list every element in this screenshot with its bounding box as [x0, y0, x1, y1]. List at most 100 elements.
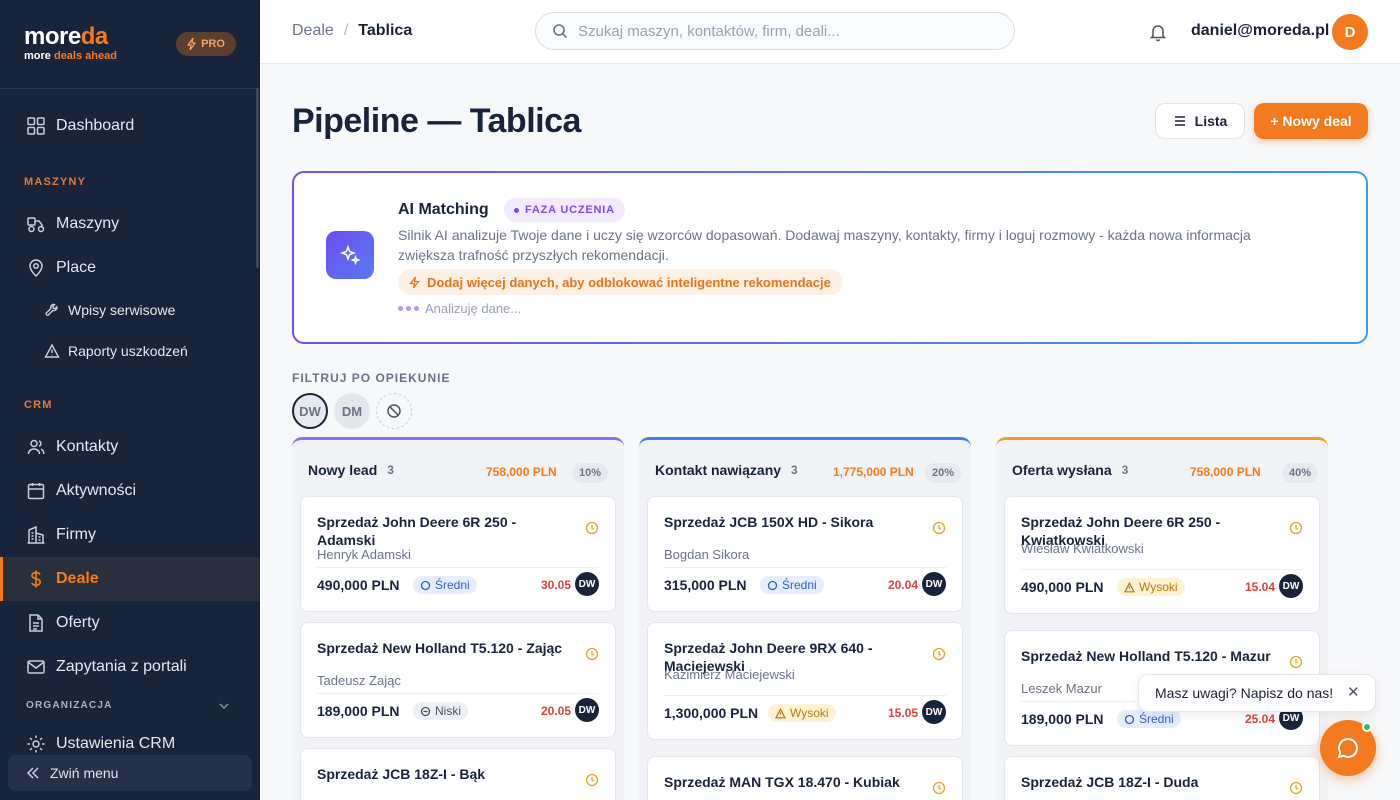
chevrons-left-icon: [26, 767, 39, 779]
priority-badge: Niski: [413, 702, 468, 720]
breadcrumb: Deale / Tablica: [292, 22, 412, 40]
close-icon[interactable]: ✕: [1347, 685, 1361, 700]
sidebar-item-raporty-uszkodzen[interactable]: Raporty uszkodzeń: [0, 329, 260, 373]
clock-icon: [1289, 655, 1303, 669]
user-avatar[interactable]: D: [1332, 14, 1368, 50]
tractor-icon: [27, 217, 45, 233]
sidebar-item-label: Oferty: [56, 614, 100, 631]
document-icon: [29, 614, 43, 632]
priority-label: Średni: [782, 578, 817, 592]
sidebar-item-label: Maszyny: [56, 215, 120, 232]
owner-filter-dw[interactable]: DW: [292, 393, 328, 429]
page-title: Pipeline — Tablica: [292, 102, 581, 140]
ai-phase-label: FAZA UCZENIA: [525, 204, 615, 216]
search-icon: [553, 24, 568, 39]
search-box[interactable]: [535, 12, 1015, 50]
deal-card[interactable]: Sprzedaż John Deere 9RX 640 - Maciejewsk…: [647, 622, 963, 740]
column-title: Nowy lead: [308, 462, 378, 478]
priority-label: Średni: [1139, 712, 1174, 726]
owner-avatar[interactable]: DW: [575, 572, 599, 596]
dollar-icon: [31, 570, 42, 588]
priority-badge: Wysoki: [1117, 578, 1185, 596]
feedback-toast[interactable]: Masz uwagi? Napisz do nas! ✕: [1138, 674, 1376, 712]
list-view-label: Lista: [1194, 113, 1228, 129]
search-input[interactable]: [578, 22, 978, 40]
pro-badge: PRO: [176, 32, 236, 56]
owner-filter-none[interactable]: [376, 393, 412, 429]
logo[interactable]: moreda more deals ahead: [24, 23, 117, 63]
deal-title: Sprzedaż John Deere 6R 250 - Adamski: [317, 514, 517, 548]
ai-matching-card: AI Matching FAZA UCZENIA Silnik AI anali…: [292, 171, 1368, 344]
map-pin-icon: [29, 259, 43, 278]
feedback-text: Masz uwagi? Napisz do nas!: [1155, 685, 1334, 701]
sidebar-item-zapytania[interactable]: Zapytania z portali: [0, 645, 260, 689]
chevron-down-icon[interactable]: [218, 700, 230, 712]
deal-card[interactable]: Sprzedaż John Deere 6R 250 - Kwiatkowski…: [1004, 496, 1320, 614]
sidebar-item-deale[interactable]: Deale: [0, 557, 260, 601]
deal-contact: Wiesław Kwiatkowski: [1021, 541, 1144, 556]
clock-icon: [1289, 521, 1303, 535]
circle-icon: [1124, 714, 1135, 724]
owner-filter-dm[interactable]: DM: [334, 393, 370, 429]
deal-due-date: 20.04: [888, 578, 919, 592]
warning-icon: [775, 707, 786, 718]
sidebar-item-label: Raporty uszkodzeń: [68, 343, 188, 359]
bolt-icon: [409, 276, 420, 288]
filter-label: FILTRUJ PO OPIEKUNIE: [292, 371, 451, 385]
warning-icon: [44, 343, 60, 358]
grid-icon: [27, 117, 45, 135]
owner-avatar[interactable]: DW: [575, 698, 599, 722]
deal-card[interactable]: Sprzedaż JCB 18Z-I - BąkDariusz Bąk: [300, 748, 616, 800]
sidebar-item-kontakty[interactable]: Kontakty: [0, 425, 260, 469]
column-percent: 40%: [1282, 463, 1319, 483]
online-status-dot: [1362, 722, 1372, 732]
section-label-crm: CRM: [24, 399, 53, 411]
sidebar-item-place[interactable]: Place: [0, 246, 260, 290]
card-divider: [664, 695, 946, 696]
topbar: Deale / Tablica daniel@moreda.pl D: [260, 0, 1400, 64]
logo-wordmark: moreda: [24, 23, 108, 50]
owner-avatar[interactable]: DW: [1279, 574, 1303, 598]
sidebar-item-aktywnosci[interactable]: Aktywności: [0, 469, 260, 513]
sidebar-item-maszyny[interactable]: Maszyny: [0, 202, 260, 246]
sidebar-item-label: Kontakty: [56, 438, 119, 455]
breadcrumb-parent[interactable]: Deale: [292, 22, 334, 39]
deal-card[interactable]: Sprzedaż MAN TGX 18.470 - Kubiak: [647, 756, 963, 800]
sidebar-item-label: Ustawienia CRM: [56, 735, 176, 752]
column-count: 3: [1121, 463, 1129, 477]
bell-icon[interactable]: [1148, 22, 1168, 42]
collapse-menu-button[interactable]: Zwiń menu: [8, 755, 252, 791]
priority-badge: Wysoki: [768, 704, 836, 722]
new-deal-button[interactable]: + Nowy deal: [1254, 103, 1368, 139]
sidebar-item-wpisy-serwisowe[interactable]: Wpisy serwisowe: [0, 288, 260, 332]
section-label-organizacja: ORGANIZACJA: [26, 700, 113, 711]
list-icon: [1174, 116, 1185, 126]
priority-label: Wysoki: [1139, 580, 1178, 594]
column-title: Kontakt nawiązany: [655, 462, 782, 478]
deal-value: 189,000 PLN: [317, 703, 400, 719]
sidebar: moreda more deals ahead PRO Dashboard MA…: [0, 0, 260, 800]
column-title: Oferta wysłana: [1012, 462, 1112, 478]
deal-card[interactable]: Sprzedaż John Deere 6R 250 - Adamski Henr…: [300, 496, 616, 612]
deal-due-date: 25.04: [1245, 712, 1276, 726]
column-sum: 758,000 PLN: [1190, 465, 1261, 479]
sidebar-item-firmy[interactable]: Firmy: [0, 513, 260, 557]
priority-badge: Średni: [413, 576, 477, 594]
card-divider: [664, 567, 946, 568]
deal-contact: Kazimierz Maciejewski: [664, 667, 795, 682]
owner-avatar[interactable]: DW: [922, 572, 946, 596]
user-email[interactable]: daniel@moreda.pl: [1191, 22, 1329, 40]
deal-card[interactable]: Sprzedaż New Holland T5.120 - Zając Tadeu…: [300, 622, 616, 738]
mail-icon: [27, 660, 45, 674]
warning-icon: [1124, 581, 1135, 592]
card-divider: [317, 567, 599, 568]
deal-card[interactable]: Sprzedaż JCB 18Z-I - Duda: [1004, 756, 1320, 800]
column-header: Oferta wysłana 3: [1012, 462, 1128, 478]
column-header: Kontakt nawiązany 3: [655, 462, 798, 478]
owner-avatar[interactable]: DW: [922, 700, 946, 724]
deal-card[interactable]: Sprzedaż JCB 150X HD - Sikora Bogdan Siko…: [647, 496, 963, 612]
list-view-button[interactable]: Lista: [1155, 103, 1245, 139]
sidebar-item-oferty[interactable]: Oferty: [0, 601, 260, 645]
deal-title: Sprzedaż New Holland T5.120 - Mazur: [1021, 648, 1271, 664]
sidebar-item-dashboard[interactable]: Dashboard: [0, 104, 260, 148]
